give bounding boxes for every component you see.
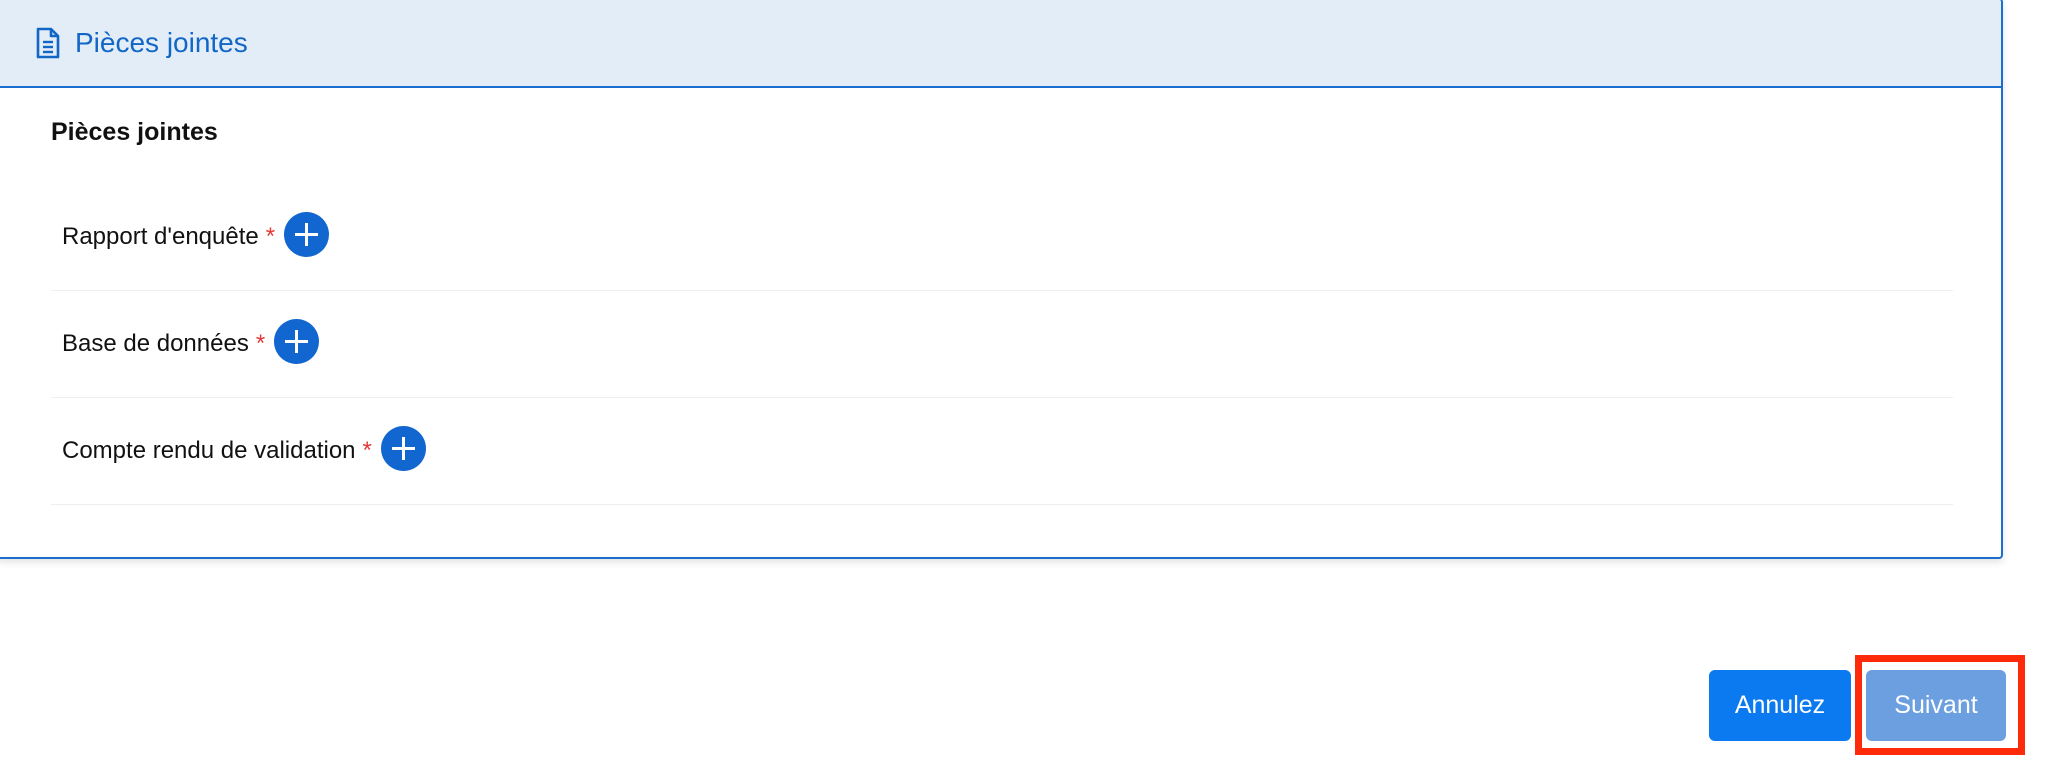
add-rapport-button[interactable] — [284, 211, 330, 257]
attachments-panel: Pièces jointes Pièces jointes Rapport d'… — [0, 0, 2003, 559]
plus-icon — [391, 436, 415, 460]
attachment-row-compte-rendu: Compte rendu de validation * — [51, 398, 1953, 505]
attachment-label: Base de données — [62, 330, 249, 357]
attachment-row-base: Base de données * — [51, 291, 1953, 398]
document-icon — [35, 27, 61, 59]
attachment-label: Compte rendu de validation — [62, 437, 356, 464]
required-asterisk: * — [362, 437, 372, 464]
plus-icon — [295, 222, 319, 246]
plus-icon — [285, 329, 309, 353]
section-title: Pièces jointes — [51, 118, 218, 146]
required-asterisk: * — [265, 223, 276, 250]
cancel-button[interactable]: Annulez — [1709, 670, 1851, 741]
panel-title: Pièces jointes — [75, 27, 248, 58]
required-asterisk: * — [255, 330, 266, 357]
panel-header: Pièces jointes — [0, 0, 2001, 88]
add-compte-rendu-button[interactable] — [380, 425, 426, 471]
attachment-label: Rapport d'enquête — [62, 223, 259, 250]
next-button[interactable]: Suivant — [1866, 670, 2006, 741]
attachment-row-rapport: Rapport d'enquête * — [51, 184, 1953, 291]
add-base-button[interactable] — [274, 318, 320, 364]
